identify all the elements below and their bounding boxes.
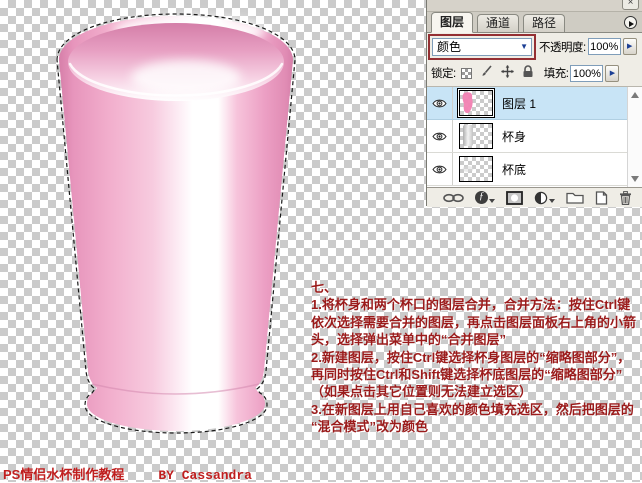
- layer-list: 图层 1 杯身 杯底: [427, 87, 642, 188]
- instruction-line: 再同时按住Ctrl和Shift键选择杯底图层的“缩略图部分”: [311, 367, 623, 383]
- instruction-line: 头，选择弹出菜单中的“合并图层”: [311, 332, 507, 348]
- visibility-toggle[interactable]: [427, 87, 453, 119]
- panel-tabs: 图层 通道 路径: [427, 12, 642, 33]
- blend-mode-value: 颜色: [437, 40, 462, 54]
- scroll-up-icon[interactable]: [631, 92, 639, 98]
- lock-move-icon[interactable]: [500, 65, 514, 81]
- opacity-label: 不透明度:: [539, 41, 586, 54]
- opacity-spinner[interactable]: ▶: [622, 38, 637, 55]
- tab-layers[interactable]: 图层: [431, 12, 474, 33]
- transparent-canvas: × 图层 通道 路径 颜色 ▼ 不透明度: 100% ▶ 锁定: 填充: 100…: [0, 0, 642, 483]
- layers-panel: × 图层 通道 路径 颜色 ▼ 不透明度: 100% ▶ 锁定: 填充: 100…: [426, 0, 642, 207]
- opacity-input[interactable]: 100%: [587, 38, 621, 55]
- link-layers-icon[interactable]: [443, 190, 464, 206]
- new-layer-icon[interactable]: [595, 190, 608, 206]
- instruction-line: （如果点击其它位置则无法建立选区）: [311, 384, 533, 400]
- tutorial-instructions: 七、 1.将杯身和两个杯口的图层合并，合并方法：按住Ctrl键 依次选择需要合并…: [311, 279, 641, 436]
- fill-spinner[interactable]: ▶: [605, 64, 620, 82]
- layer-name: 杯底: [502, 162, 527, 177]
- watermark: PS情侣水杯制作教程 BY Cassandra: [3, 464, 252, 483]
- layer-name: 杯身: [502, 129, 527, 144]
- eye-icon: [432, 132, 447, 140]
- eye-icon: [432, 99, 447, 107]
- layer-name: 图层 1: [502, 96, 537, 111]
- trash-icon[interactable]: [619, 190, 632, 206]
- lock-row: 锁定: 填充: 100% ▶: [427, 60, 642, 87]
- visibility-toggle[interactable]: [427, 120, 453, 152]
- visibility-toggle[interactable]: [427, 153, 453, 185]
- adjustment-layer-icon[interactable]: [534, 190, 555, 206]
- lock-transparency-icon[interactable]: [460, 67, 472, 79]
- panel-menu-icon[interactable]: [624, 16, 637, 29]
- layer-row-layer1[interactable]: 图层 1: [427, 87, 628, 120]
- lock-label: 锁定:: [431, 68, 456, 80]
- instruction-line: “混合模式”改为颜色: [311, 419, 429, 435]
- fill-label: 填充:: [543, 68, 569, 80]
- watermark-title: PS情侣水杯制作教程: [3, 467, 125, 482]
- layer-row-cup-body[interactable]: 杯身: [427, 120, 628, 153]
- layer-thumbnail[interactable]: [459, 156, 493, 182]
- lock-all-icon[interactable]: [522, 65, 534, 81]
- tab-channels[interactable]: 通道: [477, 14, 520, 32]
- layer-row-cup-bottom[interactable]: 杯底: [427, 153, 628, 186]
- new-group-folder-icon[interactable]: [566, 190, 584, 206]
- layer-thumbnail[interactable]: [459, 123, 493, 149]
- lock-paint-brush-icon[interactable]: [480, 65, 493, 81]
- instruction-line: 依次选择需要合并的图层，再点击图层面板右上角的小箭: [311, 314, 637, 330]
- layer-mask-icon[interactable]: [506, 190, 523, 206]
- blend-mode-select[interactable]: 颜色 ▼: [432, 37, 532, 56]
- blend-mode-row: 颜色 ▼ 不透明度: 100% ▶: [427, 33, 642, 60]
- panel-titlebar[interactable]: ×: [427, 0, 642, 12]
- watermark-author: BY Cassandra: [158, 468, 252, 483]
- instruction-line: 七、: [311, 280, 338, 295]
- chevron-down-icon: ▼: [520, 42, 528, 51]
- blend-mode-annotation: 颜色 ▼: [428, 33, 536, 60]
- layer-list-scrollbar[interactable]: [627, 87, 642, 187]
- instruction-line: 3.在新图层上用自己喜欢的颜色填充选区，然后把图层的: [311, 401, 634, 417]
- close-icon[interactable]: ×: [622, 0, 639, 10]
- instruction-line: 2.新建图层，按住Ctrl键选择杯身图层的“缩略图部分”，: [311, 349, 631, 365]
- instruction-line: 1.将杯身和两个杯口的图层合并，合并方法：按住Ctrl键: [311, 297, 631, 313]
- eye-icon: [432, 165, 447, 173]
- tab-paths[interactable]: 路径: [523, 14, 566, 32]
- layer-style-icon[interactable]: ƒ: [475, 190, 495, 206]
- layer-thumbnail[interactable]: [459, 90, 493, 116]
- layers-panel-toolbar: ƒ: [427, 188, 642, 207]
- fill-input[interactable]: 100%: [570, 64, 604, 82]
- scroll-down-icon[interactable]: [631, 176, 639, 182]
